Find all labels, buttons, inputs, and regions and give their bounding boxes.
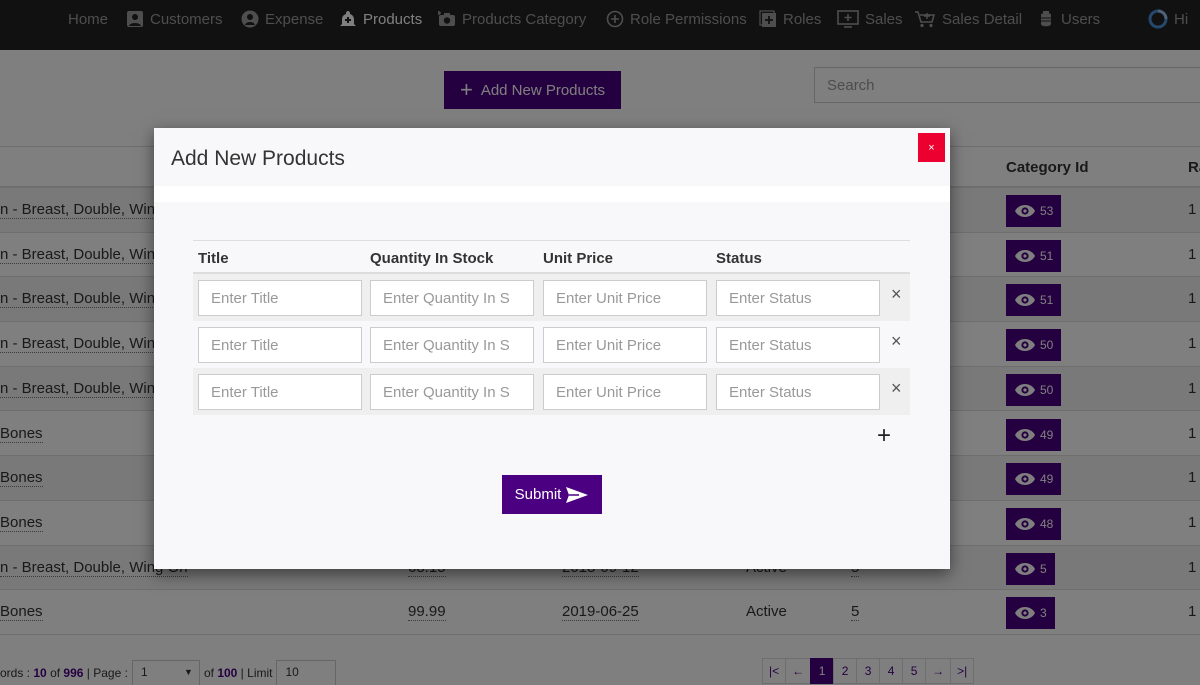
title-input[interactable]: Enter Title <box>198 327 362 363</box>
add-products-modal: Add New Products × Title Quantity In Sto… <box>154 128 950 569</box>
col-header-unit-price: Unit Price <box>543 250 614 267</box>
col-header-status: Status <box>716 250 762 267</box>
modal-header: Add New Products × <box>154 128 950 186</box>
quantity-input[interactable]: Enter Quantity In S <box>370 374 534 410</box>
close-icon: × <box>928 141 935 154</box>
placeholder: Enter Status <box>729 289 812 307</box>
placeholder: Enter Unit Price <box>556 383 662 401</box>
form-table-header: Title Quantity In Stock Unit Price Statu… <box>193 240 910 274</box>
submit-label: Submit <box>514 486 562 503</box>
form-row: Enter Title Enter Quantity In S Enter Unit… <box>193 321 910 368</box>
modal-close-button[interactable]: × <box>918 133 945 162</box>
placeholder: Enter Quantity In S <box>383 336 510 354</box>
form-row: Enter Title Enter Quantity In S Enter Unit… <box>193 274 910 321</box>
remove-row-icon[interactable]: × <box>891 331 902 352</box>
placeholder: Enter Quantity In S <box>383 383 510 401</box>
placeholder: Enter Quantity In S <box>383 289 510 307</box>
unit-price-input[interactable]: Enter Unit Price <box>543 374 707 410</box>
form-row: Enter Title Enter Quantity In S Enter Unit… <box>193 368 910 415</box>
placeholder: Enter Title <box>211 336 279 354</box>
title-input[interactable]: Enter Title <box>198 374 362 410</box>
placeholder: Enter Unit Price <box>556 289 662 307</box>
title-input[interactable]: Enter Title <box>198 280 362 316</box>
placeholder: Enter Status <box>729 383 812 401</box>
placeholder: Enter Unit Price <box>556 336 662 354</box>
status-input[interactable]: Enter Status <box>716 327 880 363</box>
send-icon <box>566 486 589 503</box>
placeholder: Enter Title <box>211 289 279 307</box>
submit-button[interactable]: Submit <box>502 475 602 514</box>
col-header-quantity: Quantity In Stock <box>370 250 494 267</box>
placeholder: Enter Title <box>211 383 279 401</box>
status-input[interactable]: Enter Status <box>716 374 880 410</box>
remove-row-icon[interactable]: × <box>891 378 902 399</box>
quantity-input[interactable]: Enter Quantity In S <box>370 327 534 363</box>
unit-price-input[interactable]: Enter Unit Price <box>543 280 707 316</box>
quantity-input[interactable]: Enter Quantity In S <box>370 280 534 316</box>
status-input[interactable]: Enter Status <box>716 280 880 316</box>
remove-row-icon[interactable]: × <box>891 284 902 305</box>
modal-title: Add New Products <box>171 147 345 170</box>
placeholder: Enter Status <box>729 336 812 354</box>
col-header-title: Title <box>198 250 229 267</box>
add-row-button[interactable]: + <box>877 424 891 448</box>
unit-price-input[interactable]: Enter Unit Price <box>543 327 707 363</box>
